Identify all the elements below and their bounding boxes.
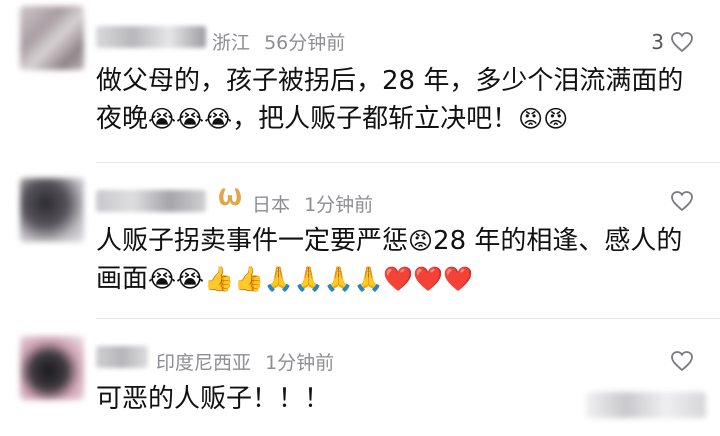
comment-text: 做父母的，孩子被拐后，28 年，多少个泪流满面的 夜晚😭😭😭，把人贩子都斩立决吧… — [96, 62, 698, 138]
comment-time: 1分钟前 — [265, 352, 335, 374]
comment-meta: 印度尼西亚 1分钟前 — [156, 348, 342, 375]
comment-text-line: 夜晚😭😭😭，把人贩子都斩立决吧！😡😡 — [96, 100, 698, 138]
username-blurred[interactable] — [96, 190, 206, 212]
heart-icon — [671, 32, 693, 53]
comment-meta: 浙江 56分钟前 — [212, 28, 353, 55]
comment-time: 1分钟前 — [304, 194, 374, 216]
vip-badge-icon: Ѡ — [218, 186, 243, 211]
heart-icon — [671, 191, 693, 212]
like-button[interactable]: 3 — [651, 30, 694, 54]
text-segment: ，把人贩子都斩立决吧！ — [232, 104, 519, 134]
avatar[interactable] — [20, 336, 84, 400]
comment-location: 日本 — [252, 194, 291, 216]
comment-time: 56分钟前 — [264, 32, 346, 54]
text-segment: 人贩子拐卖事件一定要严惩 — [96, 226, 409, 256]
like-button[interactable] — [670, 350, 694, 372]
text-segment: 夜晚 — [96, 104, 149, 134]
watermark-blurred — [586, 392, 706, 418]
avatar[interactable] — [20, 6, 84, 70]
emoji-reactions: 😭😭👍👍🙏🙏🙏🙏❤️❤️❤️ — [148, 265, 474, 293]
emoji-crying: 😭😭😭 — [148, 105, 233, 133]
text-segment: 28 年的相逢、感人的 — [433, 226, 683, 256]
text-segment: 画面 — [96, 264, 149, 294]
heart-icon — [671, 351, 693, 372]
like-count: 3 — [651, 30, 664, 54]
comment-text: 人贩子拐卖事件一定要严惩😡28 年的相逢、感人的 画面😭😭👍👍🙏🙏🙏🙏❤️❤️❤… — [96, 222, 698, 298]
avatar[interactable] — [20, 178, 84, 242]
comment-text-line: 做父母的，孩子被拐后，28 年，多少个泪流满面的 — [96, 66, 684, 96]
comment-text-line: 人贩子拐卖事件一定要严惩😡28 年的相逢、感人的 — [96, 222, 698, 260]
comment-divider — [96, 318, 720, 319]
like-button[interactable] — [670, 190, 694, 212]
username-blurred[interactable] — [96, 26, 206, 48]
comment-meta: 日本 1分钟前 — [252, 190, 381, 217]
comment-divider — [96, 162, 720, 163]
emoji-angry: 😡😡 — [518, 105, 569, 133]
comment-location: 印度尼西亚 — [156, 352, 252, 374]
comment-location: 浙江 — [212, 32, 251, 54]
emoji-angry: 😡 — [408, 227, 434, 255]
comment-text-line: 画面😭😭👍👍🙏🙏🙏🙏❤️❤️❤️ — [96, 260, 698, 298]
username-blurred[interactable] — [96, 346, 148, 368]
